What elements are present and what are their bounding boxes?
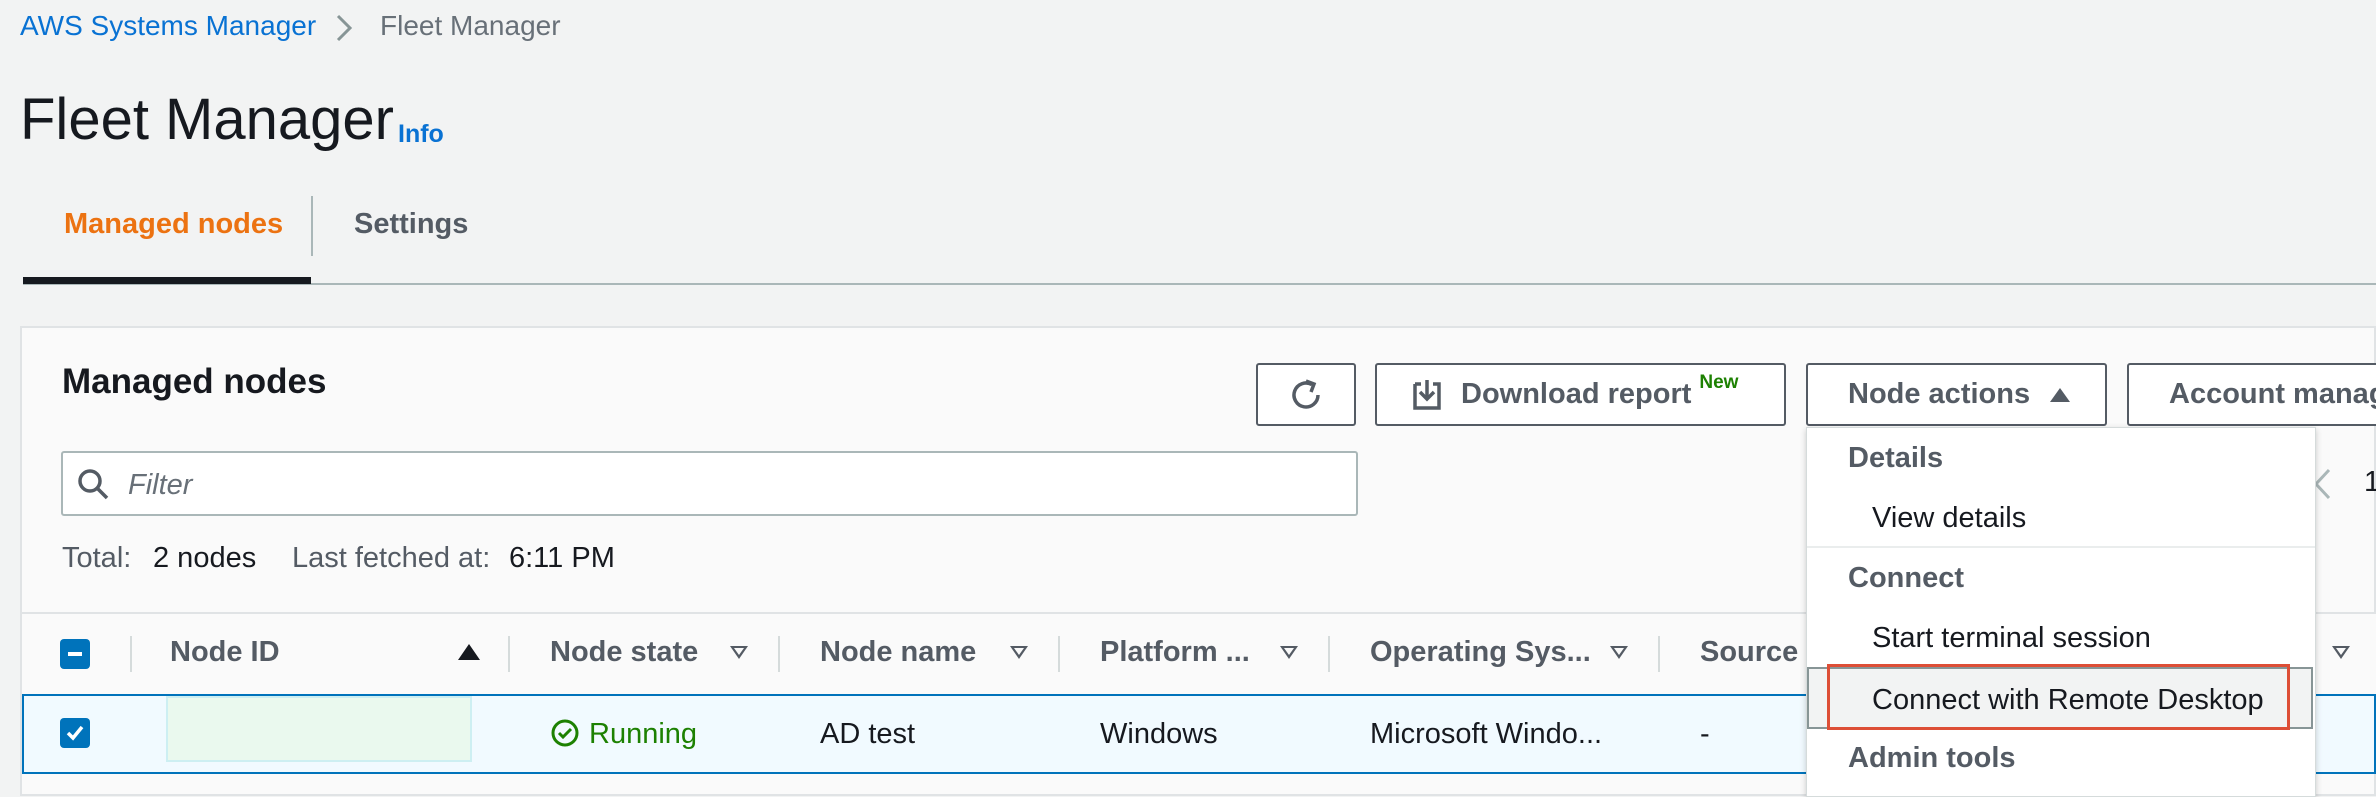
dropdown-divider <box>1807 546 2315 548</box>
node-id-cell[interactable] <box>166 696 472 762</box>
tabs-baseline <box>23 283 2376 285</box>
operating-system-value: Microsoft Windo... <box>1370 718 1603 750</box>
menu-item-start-terminal-session[interactable]: Start terminal session <box>1872 622 2151 655</box>
breadcrumb-root-link[interactable]: AWS Systems Manager <box>20 10 316 42</box>
download-report-button[interactable]: Download report New <box>1375 363 1786 426</box>
caret-up-icon <box>2050 387 2071 402</box>
sort-ascending-icon[interactable] <box>458 644 480 660</box>
info-link[interactable]: Info <box>398 120 444 149</box>
dropdown-group-connect: Connect <box>1848 562 1964 594</box>
refresh-icon <box>1292 378 1320 409</box>
node-actions-button[interactable]: Node actions <box>1806 363 2107 426</box>
filter-caret-icon[interactable] <box>1010 646 1028 659</box>
checkbox-checked-icon <box>66 725 84 741</box>
menu-item-view-details[interactable]: View details <box>1872 502 2026 535</box>
filter-caret-icon[interactable] <box>1610 646 1628 659</box>
node-actions-label: Node actions <box>1848 378 2031 410</box>
tab-divider <box>311 196 313 256</box>
check-circle-icon <box>551 719 579 747</box>
column-header-node-state[interactable]: Node state <box>550 636 698 669</box>
column-separator <box>508 636 510 672</box>
dropdown-group-details: Details <box>1848 442 1944 474</box>
filter-caret-icon[interactable] <box>730 646 748 659</box>
column-header-platform[interactable]: Platform ... <box>1100 636 1250 669</box>
new-badge: New <box>1699 371 1739 393</box>
column-separator <box>1328 636 1330 672</box>
filter-input[interactable] <box>126 459 1330 511</box>
total-label: Total: <box>62 542 132 574</box>
last-fetched-value: 6:11 PM <box>509 542 615 574</box>
column-header-node-id[interactable]: Node ID <box>170 636 280 669</box>
chevron-right-icon <box>336 14 353 42</box>
refresh-button[interactable] <box>1256 363 1356 426</box>
node-state-value: Running <box>589 718 698 750</box>
tab-managed-nodes[interactable]: Managed nodes <box>64 208 283 241</box>
tab-settings[interactable]: Settings <box>354 208 468 241</box>
checkbox-indeterminate-icon <box>68 652 82 656</box>
account-management-button[interactable]: Account manag <box>2127 363 2376 426</box>
panel-title: Managed nodes <box>62 362 327 401</box>
platform-value: Windows <box>1100 718 1218 750</box>
download-report-label: Download report <box>1461 378 1692 410</box>
total-value: 2 nodes <box>153 542 257 574</box>
dropdown-group-admin-tools: Admin tools <box>1848 742 2016 774</box>
annotation-highlight-box <box>1827 664 2290 730</box>
search-icon <box>78 469 109 500</box>
column-header-source[interactable]: Source t <box>1700 636 1816 669</box>
select-all-checkbox[interactable] <box>60 639 90 669</box>
source-value: - <box>1700 718 1710 750</box>
active-tab-indicator <box>23 277 311 284</box>
download-icon <box>1413 379 1441 410</box>
pagination-current-page[interactable]: 1 <box>2364 466 2376 499</box>
last-fetched-label: Last fetched at: <box>292 542 491 574</box>
column-header-node-name[interactable]: Node name <box>820 636 976 669</box>
row-checkbox[interactable] <box>60 718 90 748</box>
breadcrumb-current: Fleet Manager <box>380 10 561 41</box>
column-separator <box>778 636 780 672</box>
column-separator <box>1658 636 1660 672</box>
node-name-value: AD test <box>820 718 916 750</box>
filter-caret-icon[interactable] <box>2332 646 2350 659</box>
column-header-operating-system[interactable]: Operating Sys... <box>1370 636 1591 669</box>
column-separator <box>1058 636 1060 672</box>
page-title: Fleet Manager <box>20 87 394 152</box>
filter-caret-icon[interactable] <box>1280 646 1298 659</box>
account-management-label: Account manag <box>2169 378 2376 410</box>
column-separator <box>130 636 132 672</box>
